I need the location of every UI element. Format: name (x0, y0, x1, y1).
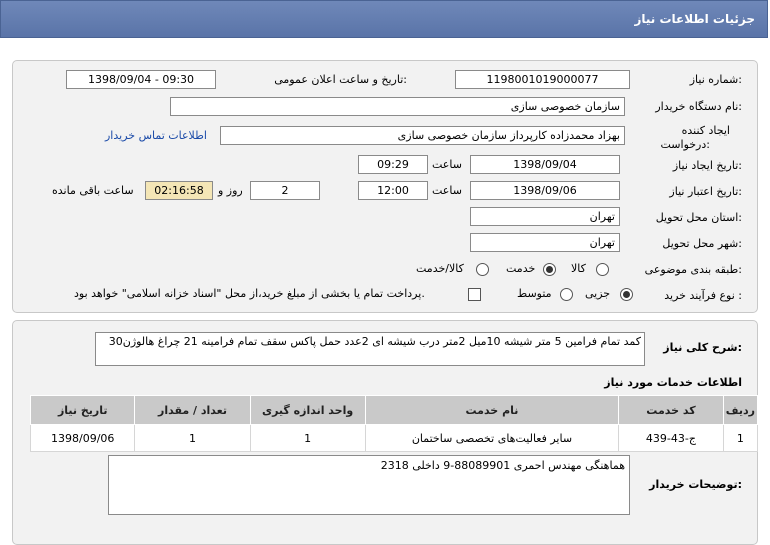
need-date-cell: 1398/09/06 (29, 424, 136, 452)
process-label: نوع فرآیند خرید : (664, 289, 742, 302)
created-time-field: 09:29 (358, 155, 428, 174)
process-medium-radio[interactable] (560, 288, 573, 301)
service-name-cell: سایر فعالیت‌های تخصصی ساختمان (364, 424, 620, 452)
services-header-row: ردیف کد خدمت نام خدمت واحد اندازه گیری ت… (29, 395, 759, 425)
category-label: طبقه بندی موضوعی: (644, 263, 742, 276)
page-header: جزئیات اطلاعات نیاز (0, 0, 768, 38)
creator-field: بهزاد محمدزاده کارپرداز سازمان خصوصی ساز… (220, 126, 625, 145)
validity-label: تاریخ اعتبار نیاز: (669, 185, 742, 198)
city-label: شهر محل تحویل: (662, 237, 742, 250)
col-row-number: ردیف (722, 395, 759, 425)
city-field: تهران (470, 233, 620, 252)
validity-date-field: 1398/09/06 (470, 181, 620, 200)
buyer-org-field: سازمان خصوصی سازی (170, 97, 625, 116)
category-service-label: خدمت (506, 262, 536, 275)
province-label: استان محل تحویل: (655, 211, 742, 224)
category-goods-label: کالا (571, 262, 586, 275)
col-need-date: تاریخ نیاز (29, 395, 136, 425)
buyer-org-label: نام دستگاه خریدار: (655, 100, 742, 113)
col-service-code: کد خدمت (618, 395, 724, 425)
days-field: 2 (250, 181, 320, 200)
announce-label: تاریخ و ساعت اعلان عمومی: (274, 73, 407, 86)
payment-note: پرداخت تمام یا بخشی از مبلغ خرید،از محل … (74, 287, 425, 300)
need-number-field: 1198001019000077 (455, 70, 630, 89)
row-number-cell: 1 (722, 424, 759, 452)
created-date-label: تاریخ ایجاد نیاز: (672, 159, 742, 172)
remaining-time-field: 02:16:58 (145, 181, 213, 200)
page-title: جزئیات اطلاعات نیاز (634, 12, 755, 26)
announce-field: 1398/09/04 - 09:30 (66, 70, 216, 89)
col-unit: واحد اندازه گیری (249, 395, 366, 425)
buyer-notes-field: هماهنگی مهندس احمری 88089901-9 داخلی 231… (108, 455, 630, 515)
created-date-field: 1398/09/04 (470, 155, 620, 174)
creator-label-2: درخواست: (660, 138, 711, 151)
services-table: ردیف کد خدمت نام خدمت واحد اندازه گیری ت… (29, 395, 759, 452)
col-quantity: تعداد / مقدار (134, 395, 251, 425)
buyer-notes-label: توضیحات خریدار: (649, 478, 742, 491)
category-goods-radio[interactable] (596, 263, 609, 276)
description-label: شرح کلی نیاز: (663, 341, 742, 354)
service-code-cell: ج-43-439 (618, 424, 724, 452)
col-service-name: نام خدمت (364, 395, 620, 425)
process-partial-radio[interactable] (620, 288, 633, 301)
need-number-label: شماره نیاز: (689, 73, 742, 86)
remaining-label: ساعت باقی مانده (52, 184, 134, 197)
services-title: اطلاعات خدمات مورد نیاز (604, 376, 742, 389)
creator-label-1: ایجاد کننده (681, 124, 730, 137)
days-label: روز و (218, 184, 243, 197)
description-field: کمد تمام فرامین 5 متر شیشه 10میل 2متر در… (95, 332, 645, 366)
category-goods-service-label: کالا/خدمت (416, 262, 464, 275)
validity-time-label: ساعت (432, 184, 462, 197)
province-field: تهران (470, 207, 620, 226)
quantity-cell: 1 (134, 424, 251, 452)
process-medium-label: متوسط (517, 287, 552, 300)
process-partial-label: جزیی (585, 287, 611, 300)
unit-cell: 1 (249, 424, 366, 452)
created-time-label: ساعت (432, 158, 462, 171)
table-row: 1 ج-43-439 سایر فعالیت‌های تخصصی ساختمان… (29, 424, 759, 452)
category-goods-service-radio[interactable] (476, 263, 489, 276)
validity-time-field: 12:00 (358, 181, 428, 200)
buyer-contact-link[interactable]: اطلاعات تماس خریدار (105, 129, 207, 142)
treasury-payment-checkbox[interactable] (468, 288, 481, 301)
category-service-radio[interactable] (543, 263, 556, 276)
